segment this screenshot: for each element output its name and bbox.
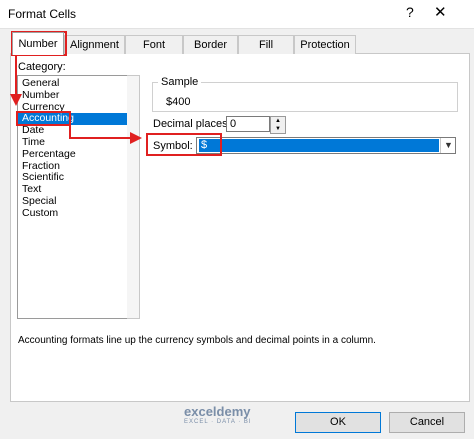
annotation-arrows [10,56,142,144]
annotation-arrow-2 [69,126,142,144]
tab-number[interactable]: Number [12,32,64,55]
